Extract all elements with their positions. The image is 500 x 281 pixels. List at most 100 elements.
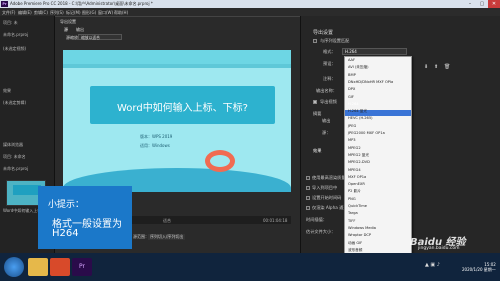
project-tab[interactable]: 项目: 未 <box>3 20 18 26</box>
menu-edit[interactable]: 编辑(E) <box>18 10 32 16</box>
format-option[interactable]: AVI (未压缩) <box>348 65 368 70</box>
preset-label: 预设： <box>323 61 336 66</box>
import-project-checkbox[interactable] <box>306 186 310 190</box>
export-settings-header: 导出设置 <box>313 30 334 36</box>
slide-platform: 适用：Windows <box>140 143 170 148</box>
format-option[interactable]: PNG <box>348 197 356 201</box>
effects-tab[interactable]: 效果 <box>3 88 11 94</box>
import-project-label: 导入到项目中 <box>312 185 338 190</box>
close-button[interactable]: ✕ <box>488 0 500 8</box>
format-select[interactable]: H.264 <box>342 48 407 55</box>
premiere-logo-icon: Pr <box>1 1 8 7</box>
clock-date: 2020/1/20 星期一 <box>462 267 496 272</box>
taskbar-clock[interactable]: 15:02 2020/1/20 星期一 <box>462 262 496 273</box>
timecode-end: 00:01:04:18 <box>263 218 288 223</box>
format-option[interactable]: DPX <box>348 87 355 91</box>
format-option[interactable]: MXF OP1a <box>348 175 366 179</box>
format-option[interactable]: JPEG <box>348 124 356 128</box>
tab-effects[interactable]: 效果 <box>313 148 321 154</box>
project-file-2: 未命名.prproj <box>3 166 29 171</box>
comment-label: 注释： <box>323 76 336 81</box>
format-option[interactable]: DNxHD/DNxHR MXF OPIa <box>348 80 393 84</box>
tab-source[interactable]: 源 <box>64 27 68 33</box>
estimated-size-label: 估计文件大小： <box>306 229 336 234</box>
watermark-url: jingyan.baidu.com <box>418 246 460 251</box>
menu-window[interactable]: 窗口(W) <box>98 10 113 16</box>
thumbnail-header <box>13 185 41 195</box>
format-option[interactable]: MPEG2 <box>348 146 361 150</box>
menu-help[interactable]: 帮助(H) <box>114 10 128 16</box>
menu-sequence[interactable]: 序列(S) <box>50 10 64 16</box>
source-range-select[interactable]: 序列切入/序列切出 <box>148 234 186 240</box>
export-video-label: 导出视频 <box>320 99 337 104</box>
maximize-button[interactable]: ▢ <box>476 0 488 8</box>
taskbar: Pr ▲ ▣ ♪ <box>0 253 500 281</box>
format-option[interactable]: QuickTime <box>348 204 367 208</box>
start-timecode-checkbox[interactable] <box>306 196 310 200</box>
menu-file[interactable]: 文件(F) <box>2 10 15 16</box>
fit-dropdown[interactable]: 适合 <box>163 218 171 224</box>
file-explorer-icon[interactable] <box>28 258 48 276</box>
delete-preset-icon[interactable]: 🗑 <box>444 64 450 70</box>
title-bar: Pr Adobe Premiere Pro CC 2018 - C:\用户\Ad… <box>0 0 500 8</box>
start-timecode-label: 设置开始时间码 <box>312 195 342 200</box>
format-label: 格式： <box>323 49 336 54</box>
media-browser-tab[interactable]: 媒体浏览器 <box>3 142 23 148</box>
menu-graphics[interactable]: 图形(G) <box>82 10 96 16</box>
menu-bar: 文件(F) 编辑(E) 剪辑(C) 序列(S) 标记(M) 图形(G) 窗口(W… <box>0 8 500 16</box>
format-option[interactable]: HEVC (H.265) <box>348 116 373 120</box>
format-option[interactable]: MPEG2 蓝光 <box>348 153 369 158</box>
tip-title: 小提示： <box>48 200 85 210</box>
format-option[interactable]: MP3 <box>348 138 356 142</box>
media-player-icon[interactable] <box>50 258 70 276</box>
tab-output[interactable]: 输出 <box>76 27 84 33</box>
window-title: Adobe Premiere Pro CC 2018 - C:\用户\Admin… <box>10 1 153 6</box>
format-option[interactable]: 动画 GIF <box>348 241 362 246</box>
start-button-icon[interactable] <box>4 257 24 277</box>
summary-output: 输出 <box>322 118 331 123</box>
format-option[interactable]: BMP <box>348 73 356 77</box>
save-preset-icon[interactable]: ⬇ <box>424 64 428 70</box>
format-option[interactable]: JPEG2000 MXF OP1a <box>348 131 385 135</box>
import-preset-icon[interactable]: ⬆ <box>434 64 438 70</box>
format-option[interactable]: GIF <box>348 95 354 99</box>
format-option[interactable]: MPEG4 <box>348 168 361 172</box>
render-alpha-label: 仅渲染 Alpha 通道 <box>312 205 348 210</box>
project-panel-tab[interactable]: 项目: 未命名 <box>3 154 26 160</box>
menu-clip[interactable]: 剪辑(C) <box>34 10 48 16</box>
tip-line-2: H264 <box>52 228 79 239</box>
source-range-label: 源范围： <box>133 234 149 239</box>
format-option[interactable]: Targa <box>348 211 358 215</box>
summary-label: 摘要 <box>313 111 322 116</box>
format-option[interactable]: P2 影片 <box>348 189 361 194</box>
export-video-checkbox[interactable] <box>313 100 317 104</box>
max-render-label: 使用最高渲染质量 <box>312 175 346 180</box>
no-video-selected: (未选定视频) <box>3 46 27 51</box>
format-option[interactable]: Wraptor DCP <box>348 233 371 237</box>
slide-version: 版本：WPS 2019 <box>140 134 173 139</box>
life-ring-icon <box>205 150 235 172</box>
max-render-checkbox[interactable] <box>306 176 310 180</box>
premiere-taskbar-icon[interactable]: Pr <box>72 258 92 276</box>
render-alpha-checkbox[interactable] <box>306 206 310 210</box>
format-option[interactable]: H.264 <box>348 102 359 106</box>
output-name-label: 输出名称： <box>316 88 337 93</box>
format-option[interactable]: H.264 蓝光 <box>348 109 367 114</box>
format-option[interactable]: MPEG2-DVD <box>348 160 370 164</box>
match-sequence-checkbox[interactable] <box>313 39 317 43</box>
summary-source: 源： <box>322 130 331 135</box>
time-interpolation-label: 时间插值： <box>306 217 327 222</box>
project-file: 未命名.prproj <box>3 32 29 37</box>
match-sequence-label: 与序列设置匹配 <box>320 38 350 43</box>
format-option[interactable]: AAF <box>348 58 355 62</box>
format-option[interactable]: OpenEXR <box>348 182 365 186</box>
format-option[interactable]: Windows Media <box>348 226 376 230</box>
no-clip-selected: (未选定剪辑) <box>3 100 27 105</box>
menu-marker[interactable]: 标记(M) <box>66 10 81 16</box>
format-option[interactable]: TIFF <box>348 219 355 223</box>
source-scaling-select[interactable]: 缩放以适合 <box>78 34 122 40</box>
minimize-button[interactable]: – <box>464 0 476 8</box>
tray-icons[interactable]: ▲ ▣ ♪ <box>425 262 440 268</box>
slide-title: Word中如何输入上标、下标? <box>116 103 248 114</box>
source-scaling-label: 源缩放 <box>66 35 78 40</box>
